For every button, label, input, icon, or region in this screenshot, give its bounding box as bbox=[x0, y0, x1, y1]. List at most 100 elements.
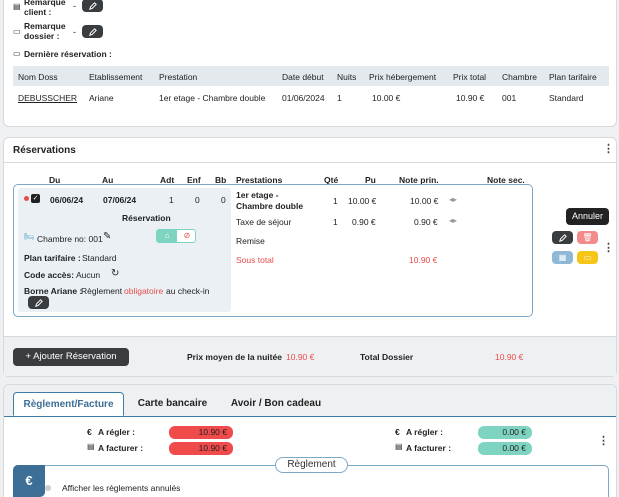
right-a-facturer-label: A facturer : bbox=[406, 443, 452, 453]
left-a-facturer-label: A facturer : bbox=[98, 443, 144, 453]
euro-icon: € bbox=[395, 427, 400, 437]
play-arrows-icon[interactable]: ◂▸ bbox=[449, 216, 457, 225]
plan-tarifaire-value: Standard bbox=[82, 253, 117, 263]
remarque-client-value: - bbox=[73, 1, 76, 11]
add-reservation-button[interactable]: + Ajouter Réservation bbox=[13, 348, 129, 366]
prestation-note: 10.00 € bbox=[410, 196, 439, 206]
right-a-regler-value: 0.00 € bbox=[478, 426, 532, 439]
prestation-name-line-2: Chambre double bbox=[236, 201, 304, 211]
delete-reservation-button[interactable]: 🗑 bbox=[577, 231, 598, 244]
left-a-facturer-value: 10.90 € bbox=[169, 442, 233, 455]
qr-code-button[interactable]: ▦ bbox=[552, 251, 573, 264]
edit-chambre-icon[interactable]: ✎ bbox=[103, 231, 111, 242]
reservations-menu-icon[interactable]: ⋮ bbox=[603, 144, 614, 155]
remarque-client-label: Remarque client : bbox=[24, 0, 66, 17]
borne-text-1: Règlement bbox=[81, 286, 123, 296]
sous-total-value: 10.90 € bbox=[409, 255, 438, 265]
door-open-icon: ⌂ bbox=[157, 230, 177, 242]
room-status-toggle[interactable]: ⌂ ⊘ bbox=[156, 229, 196, 243]
col-prestation: Prestation bbox=[159, 72, 198, 82]
col-date-debut: Date début bbox=[282, 72, 324, 82]
dossier-link[interactable]: DEBUSSCHER bbox=[18, 93, 77, 103]
cell-date-debut: 01/06/2024 bbox=[282, 93, 325, 103]
reservation-section-label: Réservation bbox=[122, 213, 171, 223]
tab-carte-bancaire[interactable]: Carte bancaire bbox=[130, 392, 215, 416]
reservation-enf: 0 bbox=[195, 195, 200, 205]
message-icon: ▭ bbox=[583, 253, 592, 262]
trash-icon: 🗑 bbox=[582, 233, 593, 242]
prestation-pu: 10.00 € bbox=[348, 196, 377, 206]
right-a-regler-label: A régler : bbox=[406, 427, 444, 437]
show-cancelled-toggle[interactable] bbox=[45, 485, 51, 491]
reservation-du: 06/06/24 bbox=[50, 195, 84, 205]
show-cancelled-label: Afficher les règlements annulés bbox=[62, 483, 181, 493]
euro-badge-icon: € bbox=[13, 465, 45, 497]
derniere-reservation-label: Dernière réservation : bbox=[24, 49, 112, 59]
col-prix-total: Prix total bbox=[453, 72, 487, 82]
refresh-icon[interactable]: ↻ bbox=[111, 268, 119, 279]
euro-icon: € bbox=[87, 427, 92, 437]
col-plan-tarifaire: Plan tarifaire bbox=[549, 72, 597, 82]
edit-borne-button[interactable] bbox=[28, 296, 49, 309]
door-closed-icon: ⊘ bbox=[183, 231, 191, 240]
payment-menu-icon[interactable]: ⋮ bbox=[598, 436, 609, 447]
prix-moyen-value: 10.90 € bbox=[286, 352, 315, 362]
prestation-qte: 1 bbox=[333, 196, 338, 206]
prestation-name: 1er etage - Chambre double bbox=[236, 190, 303, 212]
taxe-sejour-pu: 0.90 € bbox=[352, 217, 376, 227]
tab-avoir-bon-cadeau[interactable]: Avoir / Bon cadeau bbox=[222, 392, 330, 416]
status-dot-icon bbox=[24, 196, 29, 201]
taxe-sejour-note: 0.90 € bbox=[414, 217, 438, 227]
borne-text-obligatoire: obligatoire bbox=[124, 286, 164, 296]
cell-plan-tarifaire: Standard bbox=[549, 93, 584, 103]
prix-moyen-label: Prix moyen de la nuitée bbox=[187, 352, 282, 362]
annuler-tooltip: Annuler bbox=[566, 208, 609, 225]
remise-label: Remise bbox=[236, 236, 265, 246]
client-info-card bbox=[3, 0, 617, 127]
message-button[interactable]: ▭ bbox=[577, 251, 598, 264]
qr-code-icon: ▦ bbox=[558, 253, 567, 262]
remarque-dossier-label: Remarque dossier : bbox=[24, 21, 66, 41]
taxe-sejour-qte: 1 bbox=[333, 217, 338, 227]
pencil-icon bbox=[558, 233, 567, 242]
plan-tarifaire-label: Plan tarifaire : bbox=[24, 253, 81, 263]
col-chambre: Chambre bbox=[502, 72, 537, 82]
col-etablissement: Etablissement bbox=[89, 72, 143, 82]
cell-prix-total: 10.90 € bbox=[456, 93, 485, 103]
note-icon: ▤ bbox=[13, 2, 21, 11]
col-prix-hebergement: Prix hébergement bbox=[369, 72, 437, 82]
invoice-icon: ▤ bbox=[87, 442, 95, 451]
reservation-bb: 0 bbox=[221, 195, 226, 205]
cell-prix-hebergement: 10.00 € bbox=[372, 93, 401, 103]
cell-nuits: 1 bbox=[337, 93, 342, 103]
remarque-dossier-value: - bbox=[73, 27, 76, 37]
bed-icon: 🛏 bbox=[24, 232, 35, 241]
edit-remarque-client-button[interactable] bbox=[82, 0, 103, 12]
select-checkbox[interactable]: ✓ bbox=[31, 194, 40, 203]
left-a-regler-label: A régler : bbox=[98, 427, 136, 437]
reservations-title: Réservations bbox=[13, 145, 76, 156]
borne-ariane-label: Borne Ariane : bbox=[24, 286, 83, 296]
col-nuits: Nuits bbox=[337, 72, 357, 82]
pencil-icon bbox=[88, 1, 97, 10]
total-dossier-label: Total Dossier bbox=[360, 352, 414, 362]
right-a-facturer-value: 0.00 € bbox=[478, 442, 532, 455]
edit-remarque-dossier-button[interactable] bbox=[82, 25, 103, 38]
comment-icon: ▭ bbox=[13, 27, 21, 36]
taxe-sejour-name: Taxe de séjour bbox=[236, 217, 292, 227]
left-a-regler-value: 10.90 € bbox=[169, 426, 233, 439]
chambre-label: Chambre no: 001 bbox=[37, 234, 103, 244]
pencil-icon bbox=[34, 298, 43, 307]
reservation-menu-icon[interactable]: ⋮ bbox=[603, 243, 614, 254]
reservations-header-divider bbox=[4, 162, 616, 163]
play-arrows-icon[interactable]: ◂▸ bbox=[449, 195, 457, 204]
reservation-au: 07/06/24 bbox=[103, 195, 137, 205]
prestation-name-line-1: 1er etage - bbox=[236, 190, 279, 200]
cell-etablissement: Ariane bbox=[89, 93, 114, 103]
tab-reglement-facture[interactable]: Règlement/Facture bbox=[13, 392, 124, 416]
reservation-adt: 1 bbox=[169, 195, 174, 205]
cell-prestation: 1er etage - Chambre double bbox=[159, 93, 266, 103]
edit-reservation-button[interactable] bbox=[552, 231, 573, 244]
borne-text-3: au check-in bbox=[166, 286, 210, 296]
sous-total-label: Sous total bbox=[236, 255, 274, 265]
